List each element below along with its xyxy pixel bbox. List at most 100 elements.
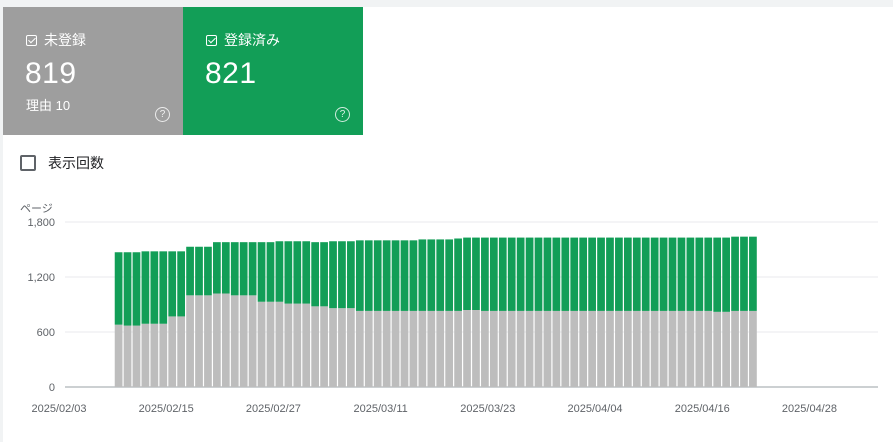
- not-indexed-bar: [132, 325, 141, 387]
- indexed-bar: [489, 237, 498, 311]
- not-indexed-bar: [579, 310, 588, 387]
- not-indexed-bar: [168, 316, 177, 387]
- not-indexed-bar: [695, 310, 704, 387]
- indexed-bar: [695, 237, 704, 311]
- indexed-bar: [213, 242, 221, 294]
- not-indexed-bar: [606, 310, 614, 387]
- indexed-bar: [623, 237, 632, 311]
- indexed-bar: [257, 242, 266, 302]
- x-tick-label: 2025/02/15: [139, 403, 194, 415]
- indexed-bar: [498, 237, 507, 311]
- not-indexed-bar: [123, 325, 132, 387]
- indexed-bar: [606, 237, 614, 311]
- indexed-bar: [534, 237, 543, 311]
- not-indexed-bar: [391, 310, 400, 387]
- indexed-bar: [141, 251, 150, 324]
- not-indexed-bar: [668, 310, 677, 387]
- not-indexed-bar: [445, 310, 454, 387]
- indexed-bar: [347, 241, 355, 309]
- not-indexed-bar: [195, 295, 203, 387]
- not-indexed-bar: [159, 323, 168, 387]
- indexed-bar: [132, 252, 141, 326]
- not-indexed-bar: [623, 310, 632, 387]
- indexed-bar: [230, 242, 239, 296]
- not-indexed-bar: [570, 310, 579, 387]
- not-indexed-bar: [472, 310, 480, 387]
- indexed-bar: [543, 237, 552, 311]
- x-tick-label: 2025/04/28: [782, 403, 837, 415]
- indexed-bar: [195, 246, 203, 296]
- indexed-bar: [302, 241, 311, 304]
- indexed-bar: [320, 242, 328, 307]
- not-indexed-bar: [507, 310, 516, 387]
- indexed-bar: [463, 237, 471, 310]
- not-indexed-bar: [338, 308, 346, 387]
- indexed-bar: [418, 239, 427, 311]
- not-indexed-bar: [749, 310, 757, 387]
- indexed-bar: [552, 237, 561, 311]
- indexed-bar: [472, 237, 480, 310]
- indexed-bar: [373, 240, 382, 311]
- indexed-bar: [481, 237, 489, 311]
- x-tick-label: 2025/03/23: [460, 403, 515, 415]
- indexed-bar: [722, 237, 730, 312]
- indexed-bar: [409, 240, 418, 311]
- indexed-bar: [668, 237, 677, 311]
- not-indexed-bar: [436, 310, 445, 387]
- indexed-bar: [266, 242, 275, 302]
- indexed-bar: [731, 236, 739, 311]
- not-indexed-bar: [266, 301, 275, 387]
- indexed-bar: [338, 241, 346, 309]
- not-indexed-bar: [302, 303, 311, 387]
- indexed-bar: [597, 237, 605, 311]
- indexed-bar: [641, 237, 650, 311]
- y-tick-label: 1,800: [27, 217, 55, 229]
- not-indexed-bar: [213, 293, 221, 387]
- x-tick-label: 2025/02/03: [31, 403, 86, 415]
- indexed-bar: [561, 237, 570, 311]
- indexed-bar: [364, 240, 373, 311]
- indexed-bar: [650, 237, 659, 311]
- not-indexed-bar: [230, 295, 239, 387]
- not-indexed-bar: [686, 310, 695, 387]
- not-indexed-bar: [722, 311, 730, 387]
- not-indexed-bar: [248, 295, 257, 387]
- indexed-bar: [570, 237, 579, 311]
- not-indexed-bar: [409, 310, 418, 387]
- page-indexing-card: 未登録 819 理由 10 ? 登録済み 821 ? 表示回数 ページ 0 600…: [3, 7, 893, 442]
- indexed-bar: [177, 251, 186, 317]
- not-indexed-bar: [239, 295, 248, 387]
- not-indexed-bar: [615, 310, 623, 387]
- indexed-bar: [248, 242, 257, 296]
- not-indexed-bar: [704, 310, 713, 387]
- indexed-bar: [355, 240, 364, 311]
- indexed-bar: [615, 237, 623, 311]
- indexed-bar: [391, 240, 400, 311]
- not-indexed-bar: [373, 310, 382, 387]
- indexed-bar: [275, 241, 284, 302]
- indexed-bar: [579, 237, 588, 311]
- not-indexed-bar: [293, 303, 302, 387]
- indexed-bar: [436, 239, 445, 311]
- x-tick-label: 2025/03/11: [354, 403, 408, 415]
- indexed-bar: [123, 252, 132, 326]
- indexed-bar: [329, 241, 337, 309]
- indexed-bar: [150, 251, 159, 324]
- not-indexed-bar: [632, 310, 641, 387]
- indexed-bar: [114, 252, 123, 325]
- not-indexed-bar: [329, 308, 337, 387]
- indexed-bar: [427, 239, 436, 311]
- not-indexed-bar: [543, 310, 552, 387]
- indexed-bar: [686, 237, 695, 311]
- not-indexed-bar: [534, 310, 543, 387]
- not-indexed-bar: [597, 310, 605, 387]
- not-indexed-bar: [561, 310, 570, 387]
- not-indexed-bar: [114, 324, 123, 387]
- not-indexed-bar: [382, 310, 391, 387]
- not-indexed-bar: [311, 306, 320, 387]
- not-indexed-bar: [284, 303, 293, 387]
- not-indexed-bar: [427, 310, 436, 387]
- indexed-bar: [677, 237, 686, 311]
- indexed-bar: [400, 240, 409, 311]
- indexed-bar: [239, 242, 248, 296]
